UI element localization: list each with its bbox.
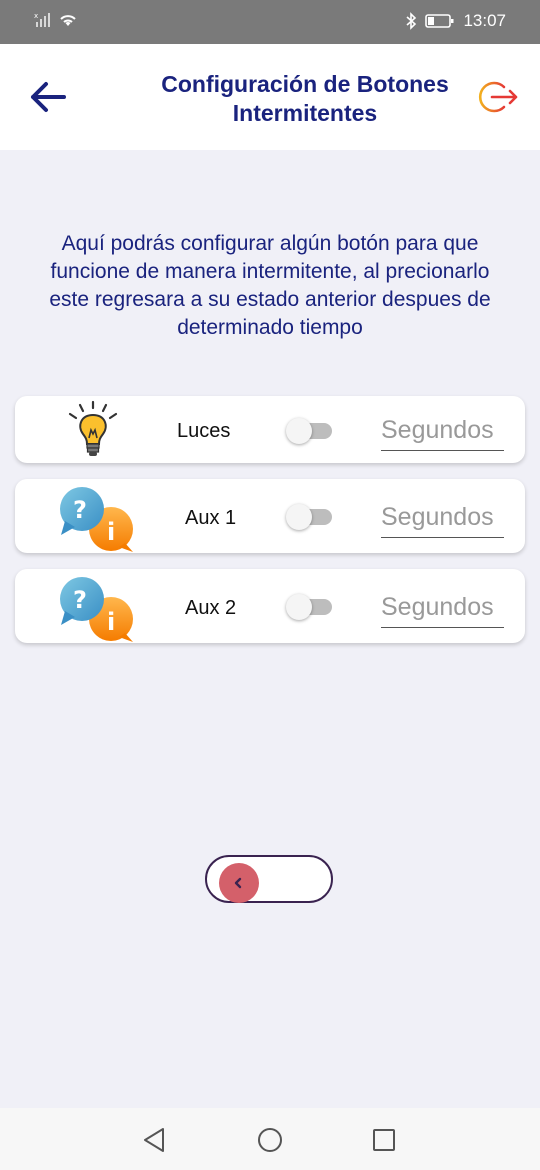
button-label: Aux 1 [185, 507, 237, 529]
svg-text:x: x [34, 12, 38, 20]
page-title-line2: Intermitentes [232, 100, 378, 126]
toggle-knob [219, 863, 259, 903]
nav-recents-icon [373, 1129, 395, 1151]
app-header: Configuración de Botones Intermitentes [0, 44, 540, 150]
svg-text:?: ? [73, 496, 87, 524]
logout-icon [478, 81, 518, 113]
nav-back-icon [144, 1128, 164, 1152]
system-nav-bar [0, 1108, 540, 1170]
page-title: Configuración de Botones Intermitentes [120, 70, 490, 128]
battery-icon [425, 14, 454, 28]
nav-back-button[interactable] [139, 1124, 171, 1156]
seconds-input[interactable] [381, 410, 504, 451]
seconds-input[interactable] [381, 587, 504, 628]
bluetooth-icon [406, 12, 417, 30]
switch-thumb [286, 418, 312, 444]
svg-text:?: ? [73, 586, 87, 614]
intermittent-card-luces: Luces [15, 396, 525, 463]
arrow-left-icon [31, 82, 66, 112]
switch-thumb [286, 594, 312, 620]
lightbulb-icon [67, 400, 119, 464]
nav-home-button[interactable] [254, 1124, 286, 1156]
logout-button[interactable] [478, 79, 518, 115]
status-time: 13:07 [463, 11, 506, 30]
intermittent-card-aux1: i ? Aux 1 [15, 479, 525, 553]
menu-toggle-switch[interactable] [205, 855, 333, 903]
page-title-line1: Configuración de Botones [161, 71, 449, 97]
enable-switch[interactable] [286, 592, 334, 620]
chevron-left-icon [234, 877, 242, 889]
svg-text:i: i [107, 518, 115, 546]
enable-switch[interactable] [286, 502, 334, 530]
nav-home-icon [258, 1128, 282, 1152]
button-label: Aux 2 [185, 597, 237, 619]
nav-recents-button[interactable] [368, 1124, 400, 1156]
back-button[interactable] [28, 80, 68, 114]
question-info-icon: i ? [57, 485, 137, 559]
seconds-input[interactable] [381, 497, 504, 538]
question-info-icon: i ? [57, 575, 137, 649]
switch-thumb [286, 504, 312, 530]
svg-text:i: i [107, 608, 115, 636]
wifi-icon [60, 15, 76, 26]
no-signal-icon: x [34, 12, 50, 27]
intermittent-card-aux2: i ? Aux 2 [15, 569, 525, 643]
page-description: Aquí podrás configurar algún botón para … [49, 232, 491, 339]
enable-switch[interactable] [286, 416, 334, 444]
status-bar: x 13:07 [0, 0, 540, 44]
button-label: Luces [177, 420, 231, 442]
